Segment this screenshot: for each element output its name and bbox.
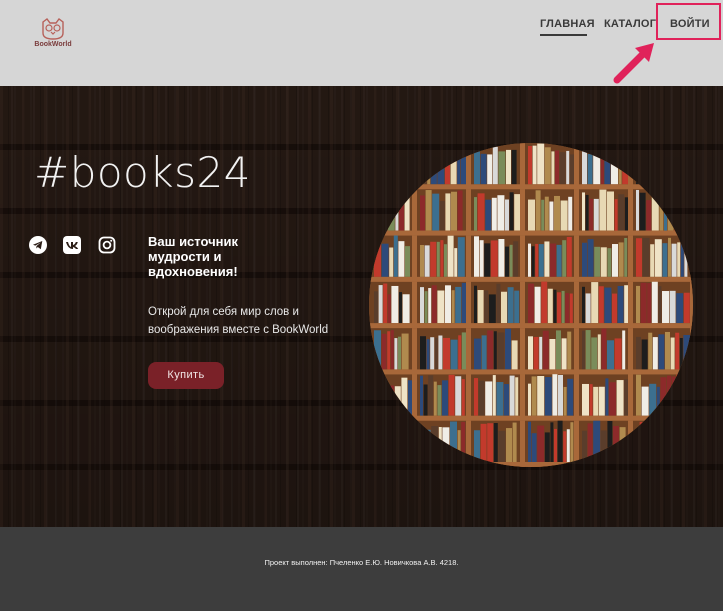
telegram-icon[interactable]: [29, 236, 47, 254]
footer-credits: Проект выполнен: Пчеленко Е.Ю. Новичкова…: [264, 558, 459, 567]
instagram-icon[interactable]: [98, 236, 116, 254]
owl-logo-icon: [42, 18, 64, 40]
nav-home-link[interactable]: ГЛАВНАЯ: [540, 18, 595, 30]
logo-text: BookWorld: [34, 41, 72, 48]
site-footer: Проект выполнен: Пчеленко Е.Ю. Новичкова…: [0, 527, 723, 611]
vk-icon[interactable]: [63, 236, 81, 254]
hero-title: #books24: [34, 148, 251, 197]
hero-description: Открой для себя мир слов и воображения в…: [148, 306, 329, 336]
hero-tagline: Ваш источник мудрости и вдохновения!: [148, 234, 238, 279]
bookshelf-image: [369, 143, 693, 467]
logo[interactable]: BookWorld: [30, 18, 76, 58]
nav-catalog-link[interactable]: КАТАЛОГ: [604, 18, 656, 30]
pointer-arrow-icon: [613, 43, 654, 84]
buy-button[interactable]: Купить: [148, 362, 224, 389]
nav-active-underline: [540, 34, 587, 36]
hero-section: #books24 Ваш источник мудрости и вдохнов…: [0, 86, 723, 527]
login-highlight-box: [656, 3, 721, 40]
